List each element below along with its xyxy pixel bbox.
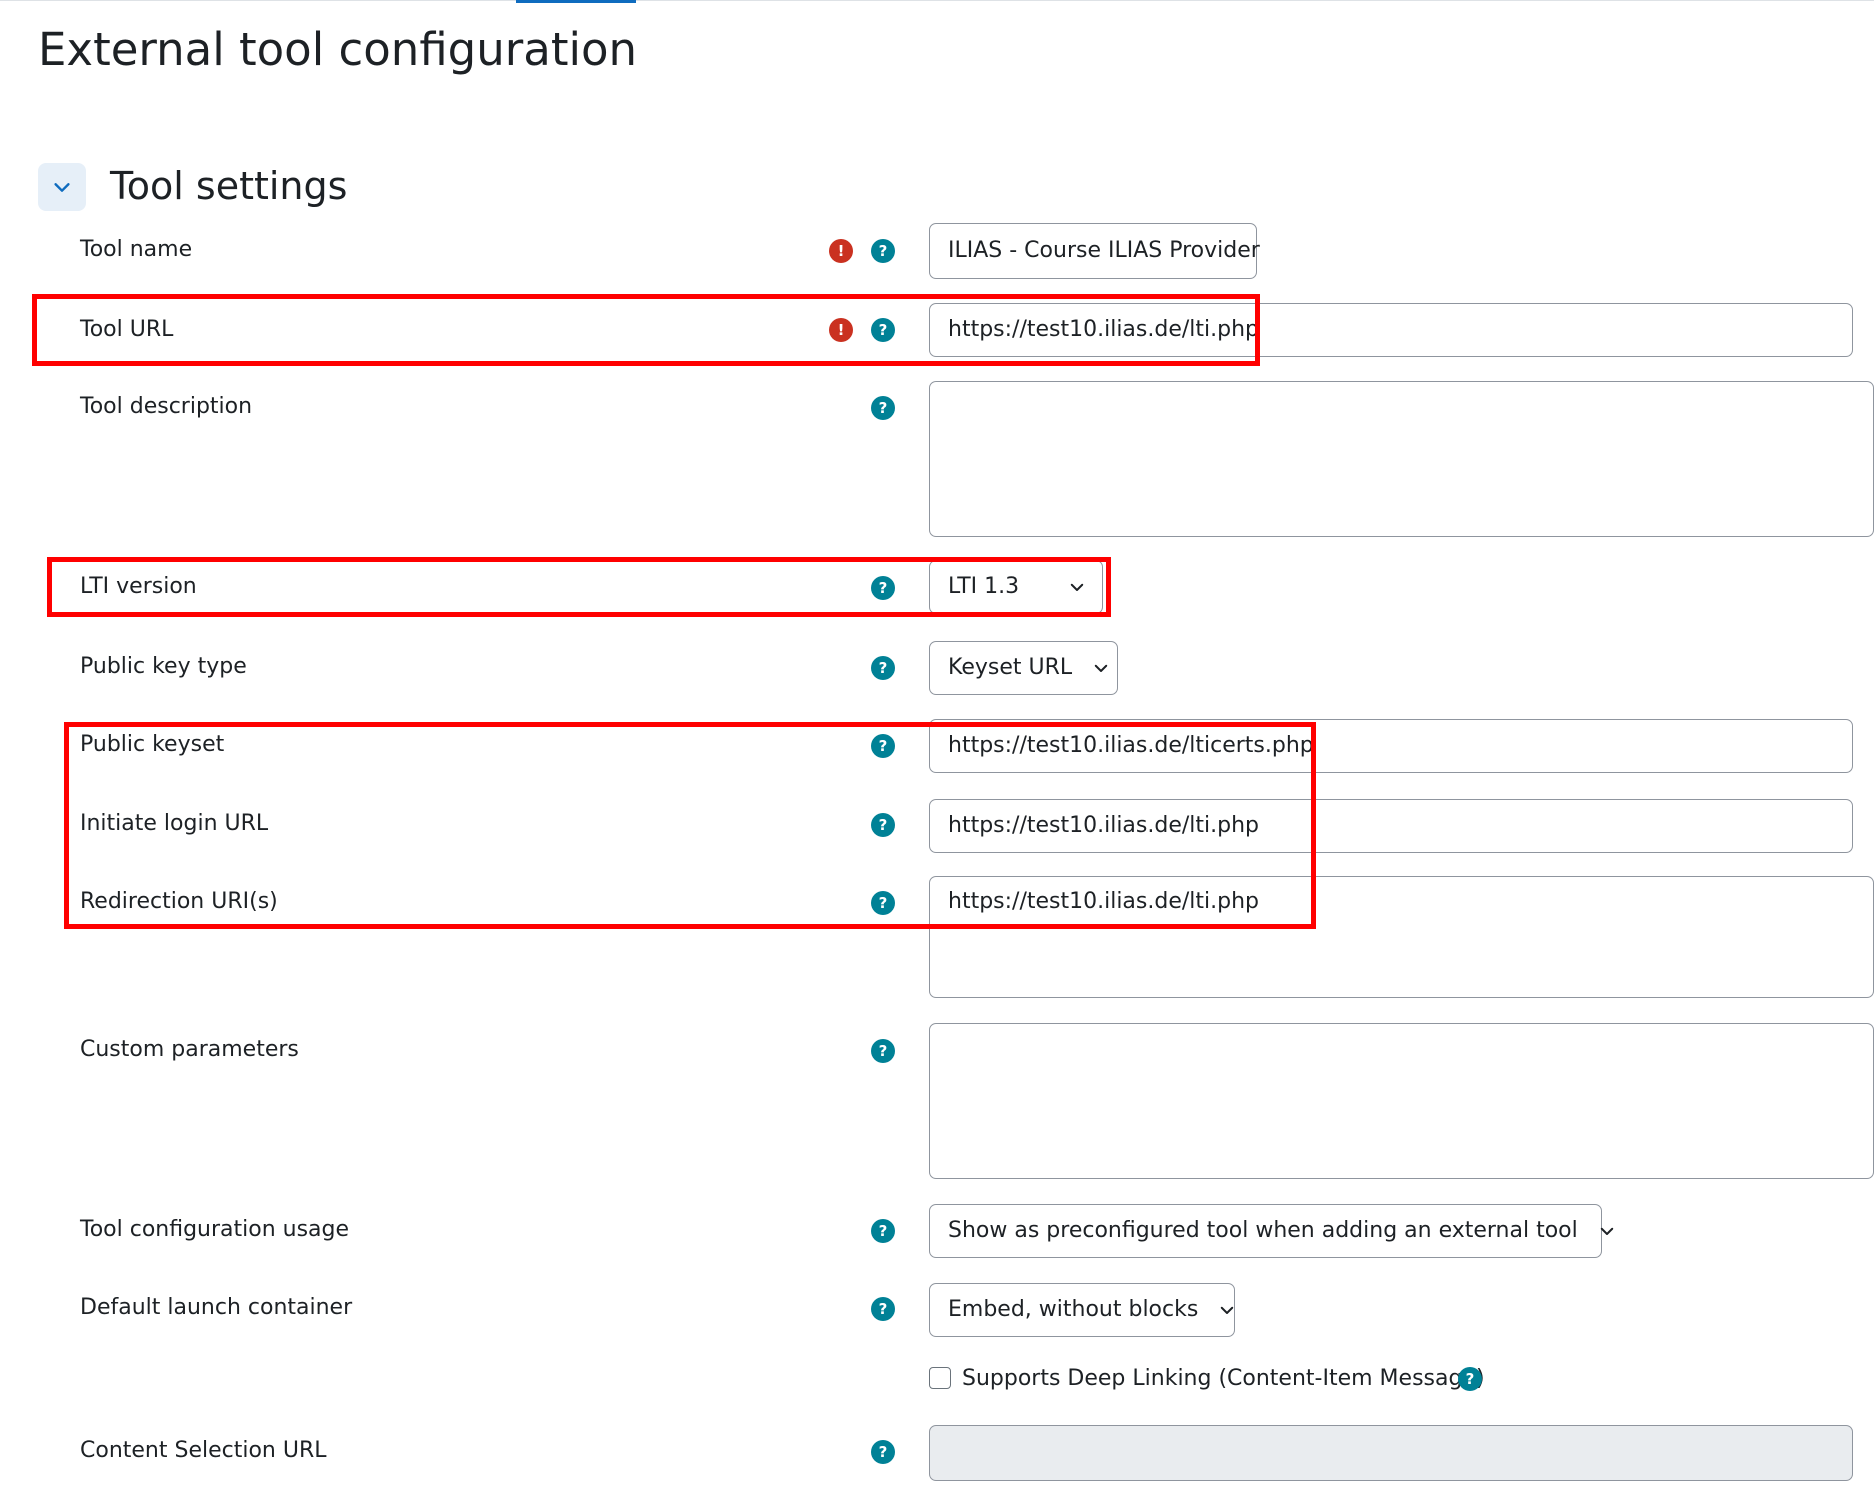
public-key-type-label: Public key type	[80, 654, 247, 679]
question-circle-icon[interactable]: ?	[871, 1219, 895, 1243]
default-launch-container-select[interactable]: Embed, without blocks	[929, 1283, 1235, 1337]
default-launch-container-value: Embed, without blocks	[948, 1297, 1199, 1322]
page-title: External tool configuration	[38, 23, 638, 76]
highlight-box-tool-url	[32, 294, 1260, 366]
tool-configuration-usage-value: Show as preconfigured tool when adding a…	[948, 1218, 1578, 1243]
question-circle-icon[interactable]: ?	[871, 1039, 895, 1063]
section-collapse-toggle[interactable]	[38, 163, 86, 211]
question-circle-icon[interactable]: ?	[1458, 1367, 1482, 1391]
content-selection-url-input	[929, 1425, 1853, 1481]
tool-name-value: ILIAS - Course ILIAS Provider	[948, 238, 1260, 263]
tool-name-label: Tool name	[80, 237, 193, 262]
tool-name-input[interactable]: ILIAS - Course ILIAS Provider	[929, 223, 1260, 279]
public-key-type-value: Keyset URL	[948, 655, 1073, 680]
question-circle-icon[interactable]: ?	[871, 1440, 895, 1464]
exclamation-circle-icon[interactable]: !	[829, 239, 853, 263]
highlight-box-keyset-urls	[64, 722, 1316, 929]
active-tab-indicator	[516, 0, 636, 3]
question-circle-icon[interactable]: ?	[871, 1297, 895, 1321]
tool-description-label: Tool description	[80, 394, 253, 419]
public-key-type-select[interactable]: Keyset URL	[929, 641, 1118, 695]
supports-deep-linking-checkbox[interactable]	[929, 1367, 951, 1389]
custom-parameters-label: Custom parameters	[80, 1037, 299, 1062]
question-circle-icon[interactable]: ?	[871, 396, 895, 420]
supports-deep-linking-label: Supports Deep Linking (Content-Item Mess…	[962, 1366, 1485, 1391]
question-circle-icon[interactable]: ?	[871, 656, 895, 680]
tool-configuration-usage-label: Tool configuration usage	[80, 1217, 350, 1242]
custom-parameters-textarea[interactable]	[929, 1023, 1874, 1179]
page: External tool configuration Tool setting…	[0, 0, 1874, 1506]
tool-configuration-usage-select[interactable]: Show as preconfigured tool when adding a…	[929, 1204, 1613, 1258]
content-selection-url-label: Content Selection URL	[80, 1438, 327, 1463]
tool-description-textarea[interactable]	[929, 381, 1874, 537]
chevron-down-icon	[1600, 1227, 1613, 1235]
question-circle-icon[interactable]: ?	[871, 239, 895, 263]
section-title: Tool settings	[110, 164, 348, 208]
default-launch-container-label: Default launch container	[80, 1295, 353, 1320]
chevron-down-icon	[1221, 1306, 1234, 1314]
top-border	[0, 0, 1874, 1]
highlight-box-lti-version	[47, 557, 1111, 617]
chevron-down-icon	[1094, 664, 1108, 672]
chevron-down-icon	[54, 183, 70, 192]
